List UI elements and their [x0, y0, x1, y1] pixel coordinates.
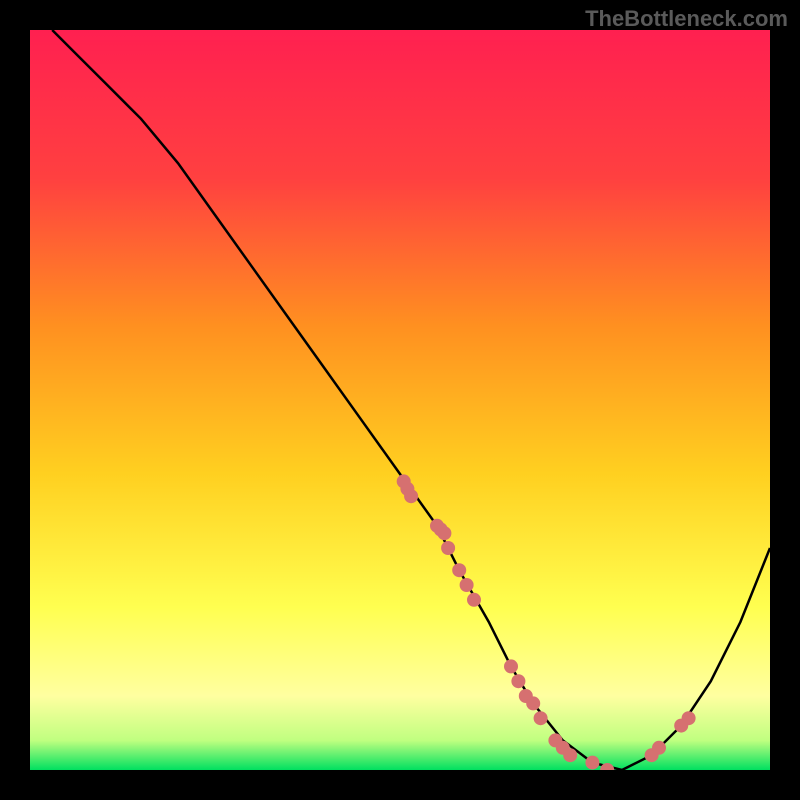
data-point: [526, 696, 540, 710]
data-point: [534, 711, 548, 725]
chart-container: [30, 30, 770, 770]
data-point: [511, 674, 525, 688]
watermark-text: TheBottleneck.com: [585, 6, 788, 32]
data-point: [437, 526, 451, 540]
data-point: [452, 563, 466, 577]
data-point: [441, 541, 455, 555]
chart-background: [30, 30, 770, 770]
data-point: [652, 741, 666, 755]
data-point: [585, 756, 599, 770]
data-point: [563, 748, 577, 762]
data-point: [682, 711, 696, 725]
chart-svg: [30, 30, 770, 770]
data-point: [504, 659, 518, 673]
data-point: [404, 489, 418, 503]
data-point: [467, 593, 481, 607]
data-point: [460, 578, 474, 592]
